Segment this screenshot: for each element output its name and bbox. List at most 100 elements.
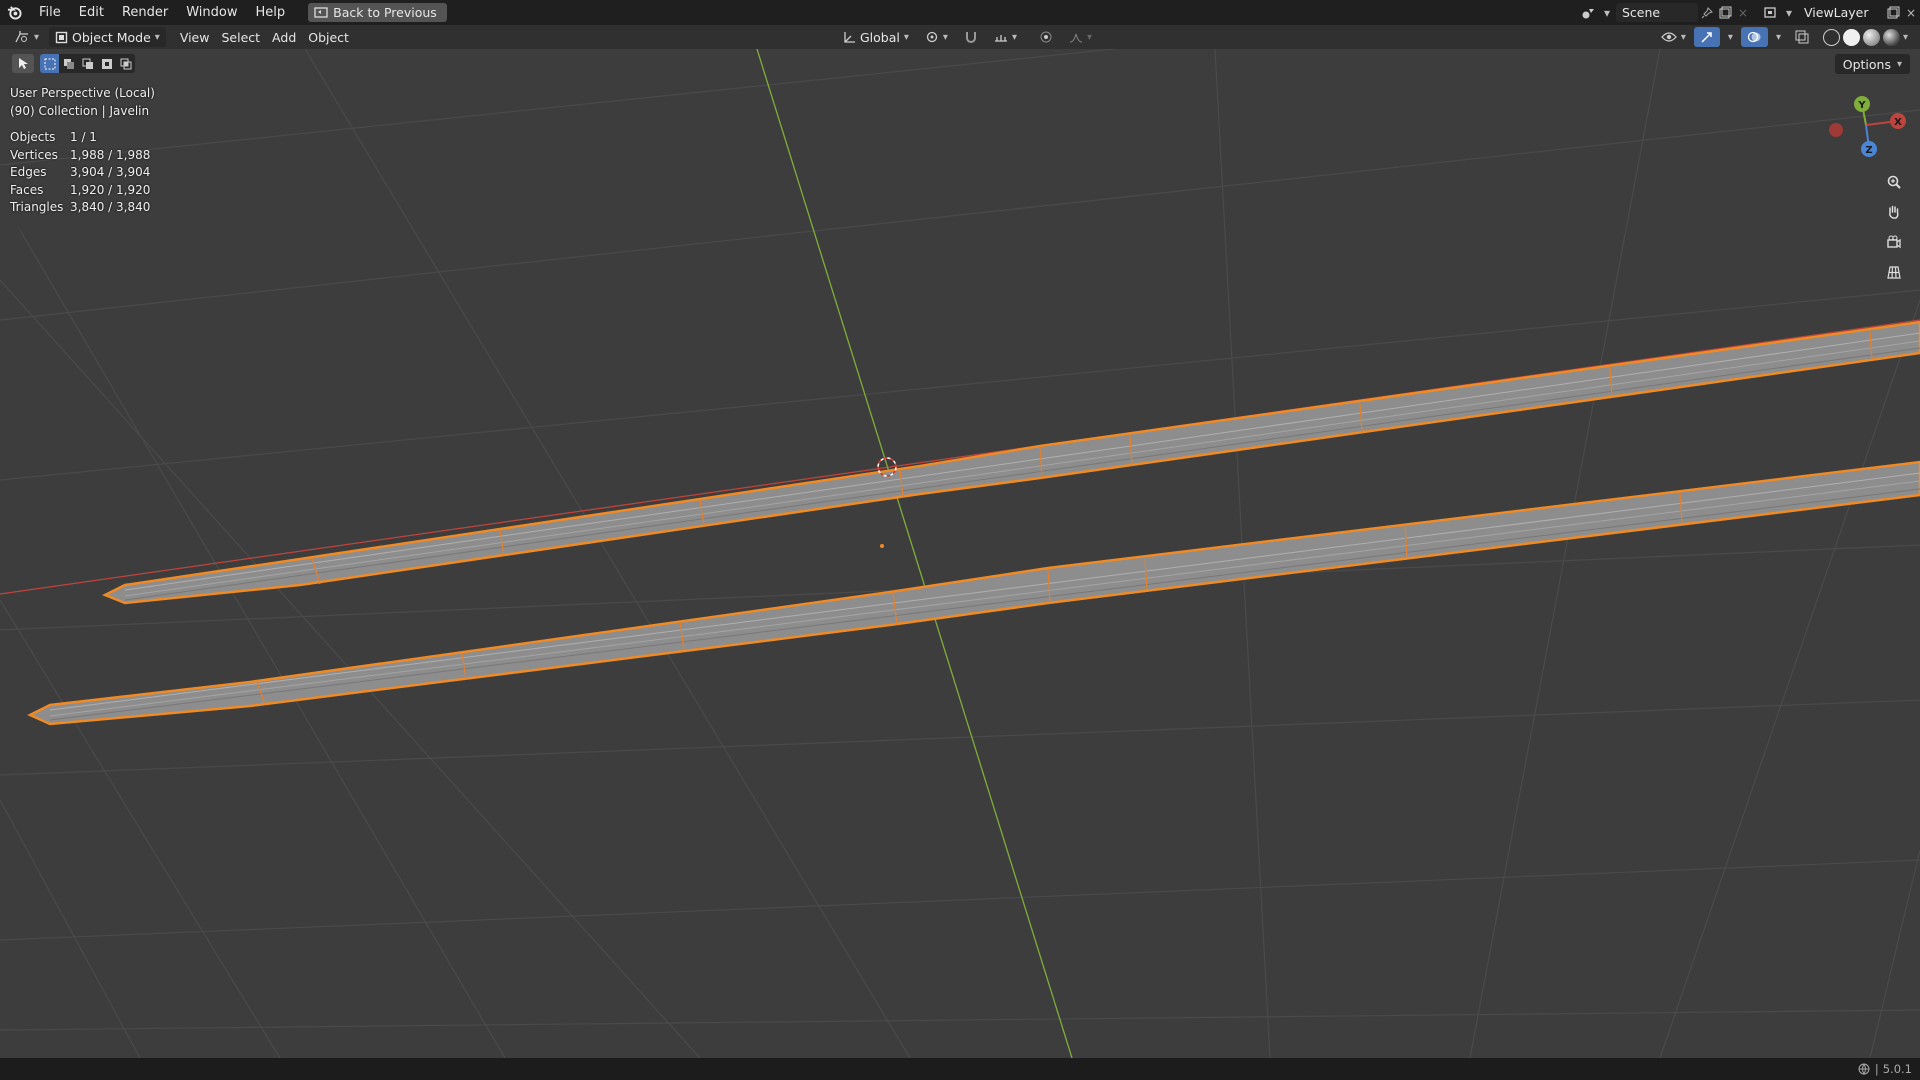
menu-render[interactable]: Render xyxy=(113,0,177,25)
gizmo-toggle[interactable] xyxy=(1693,27,1720,47)
rendered-shading-icon[interactable] xyxy=(1882,28,1900,46)
chevron-down-icon[interactable]: ▾ xyxy=(1598,4,1616,22)
scene-statistics: Objects 1 / 1 Vertices 1,988 / 1,988 Edges… xyxy=(10,129,155,217)
snap-target-dropdown[interactable]: ▾ xyxy=(988,27,1023,47)
proportional-editing-toggle[interactable] xyxy=(1033,27,1059,47)
gizmo-dropdown[interactable]: ▾ xyxy=(1722,27,1739,47)
magnet-icon xyxy=(965,32,976,43)
transform-orientation-dropdown[interactable]: Global ▾ xyxy=(836,27,915,47)
version-separator: | xyxy=(1874,1062,1879,1076)
chevron-down-icon: ▾ xyxy=(1727,31,1733,43)
stat-value: 1 / 1 xyxy=(70,130,97,144)
overlays-icon xyxy=(1747,31,1761,43)
chevron-down-icon: ▾ xyxy=(1011,31,1017,43)
viewport-navigation-tools xyxy=(1881,170,1907,284)
pan-hand-icon[interactable] xyxy=(1881,200,1907,224)
zoom-icon[interactable] xyxy=(1881,170,1907,194)
close-view-layer-icon[interactable]: × xyxy=(1902,4,1920,22)
scene-selector-icon[interactable] xyxy=(1580,4,1598,22)
overlays-toggle[interactable] xyxy=(1740,27,1768,47)
chevron-down-icon: ▾ xyxy=(1680,31,1686,43)
chevron-down-icon: ▾ xyxy=(1775,31,1781,43)
top-bar: File Edit Render Window Help Back to Pre… xyxy=(0,0,1920,25)
proportional-edit-icon xyxy=(1040,31,1052,43)
stat-value: 3,840 / 3,840 xyxy=(70,200,151,214)
version-label: 5.0.1 xyxy=(1882,1062,1912,1076)
stat-row: Faces 1,920 / 1,920 xyxy=(10,182,155,200)
select-extend-icon[interactable] xyxy=(59,54,78,73)
header-right-tools: ▾ ▾ ▾ ▾ xyxy=(1655,25,1920,49)
3d-viewport[interactable]: Y X Z xyxy=(0,49,1920,1058)
gizmo-arrow-icon xyxy=(1701,32,1712,43)
back-button-label: Back to Previous xyxy=(333,5,437,20)
object-mode-label: Object Mode xyxy=(72,29,151,45)
shading-mode-group: ▾ xyxy=(1817,27,1914,47)
options-dropdown[interactable]: Options ▾ xyxy=(1834,54,1910,74)
stat-label: Triangles xyxy=(10,200,64,214)
editor-type-button[interactable]: ▾ xyxy=(8,27,45,47)
select-tool-button[interactable] xyxy=(12,54,34,73)
chevron-down-icon[interactable]: ▾ xyxy=(1903,32,1908,43)
scene-name: Scene xyxy=(1622,5,1661,20)
visibility-dropdown[interactable]: ▾ xyxy=(1655,27,1692,47)
perspective-label: User Perspective (Local) xyxy=(10,86,155,100)
pivot-point-dropdown[interactable]: ▾ xyxy=(919,27,954,47)
menu-view[interactable]: View xyxy=(174,27,216,47)
stat-label: Faces xyxy=(10,182,44,197)
menu-object[interactable]: Object xyxy=(302,27,355,47)
back-to-previous-button[interactable]: Back to Previous xyxy=(308,3,447,22)
menu-add[interactable]: Add xyxy=(266,27,302,47)
stat-label: Edges xyxy=(10,165,47,179)
tool-header-row xyxy=(12,54,135,73)
new-scene-icon[interactable] xyxy=(1716,4,1734,22)
select-subtract-icon[interactable] xyxy=(78,54,97,73)
orthographic-grid-icon[interactable] xyxy=(1881,260,1907,284)
camera-view-icon[interactable] xyxy=(1881,230,1907,254)
eye-icon xyxy=(1661,32,1677,42)
overlays-dropdown[interactable]: ▾ xyxy=(1770,27,1787,47)
stat-label: Vertices xyxy=(10,147,58,162)
chevron-down-icon[interactable]: ▾ xyxy=(1780,4,1798,22)
screen-icon xyxy=(314,6,328,18)
stat-row: Vertices 1,988 / 1,988 xyxy=(10,147,155,165)
globe-icon xyxy=(1858,1063,1870,1075)
select-intersect-icon[interactable] xyxy=(116,54,135,73)
gizmo-neg-x-axis[interactable] xyxy=(1829,123,1843,137)
stat-label: Objects xyxy=(10,130,56,144)
view-layer-selector-icon[interactable] xyxy=(1762,4,1780,22)
chevron-down-icon: ▾ xyxy=(34,31,40,43)
xray-toggle[interactable] xyxy=(1789,27,1815,47)
new-view-layer-icon[interactable] xyxy=(1884,4,1902,22)
menu-edit[interactable]: Edit xyxy=(70,0,113,25)
snap-toggle[interactable] xyxy=(958,27,984,47)
view-layer-name: ViewLayer xyxy=(1804,5,1869,20)
stat-value: 1,988 / 1,988 xyxy=(70,147,151,162)
chevron-down-icon: ▾ xyxy=(1896,58,1902,70)
chevron-down-icon: ▾ xyxy=(942,31,948,43)
topbar-right: ▾ Scene × ▾ ViewLayer × xyxy=(1580,0,1920,25)
orientation-axes-icon xyxy=(844,31,855,43)
close-scene-icon[interactable]: × xyxy=(1734,4,1752,22)
x-axis-line xyxy=(0,319,1920,595)
javelin-mesh-upper xyxy=(101,320,1920,605)
scene-name-field[interactable]: Scene xyxy=(1616,3,1698,22)
pin-icon[interactable] xyxy=(1698,4,1716,22)
select-invert-icon[interactable] xyxy=(97,54,116,73)
menu-help[interactable]: Help xyxy=(247,0,295,25)
object-mode-dropdown[interactable]: Object Mode ▾ xyxy=(49,27,166,47)
view-layer-field[interactable]: ViewLayer xyxy=(1798,3,1884,22)
header-center-tools: Global ▾ ▾ ▾ ▾ xyxy=(836,25,1098,49)
object-mode-icon xyxy=(55,31,68,43)
navigation-gizmo[interactable]: Y X Z xyxy=(1829,96,1906,157)
wireframe-shading-icon[interactable] xyxy=(1822,28,1840,46)
menu-file[interactable]: File xyxy=(30,0,70,25)
material-preview-shading-icon[interactable] xyxy=(1862,28,1880,46)
proportional-falloff-dropdown[interactable]: ▾ xyxy=(1063,27,1098,47)
blender-logo-icon[interactable] xyxy=(6,5,22,21)
menu-select[interactable]: Select xyxy=(215,27,266,47)
select-new-icon[interactable] xyxy=(40,54,59,73)
menu-window[interactable]: Window xyxy=(177,0,246,25)
stat-row: Objects 1 / 1 xyxy=(10,129,155,147)
solid-shading-icon[interactable] xyxy=(1842,28,1860,46)
snap-increment-icon xyxy=(994,34,1007,42)
